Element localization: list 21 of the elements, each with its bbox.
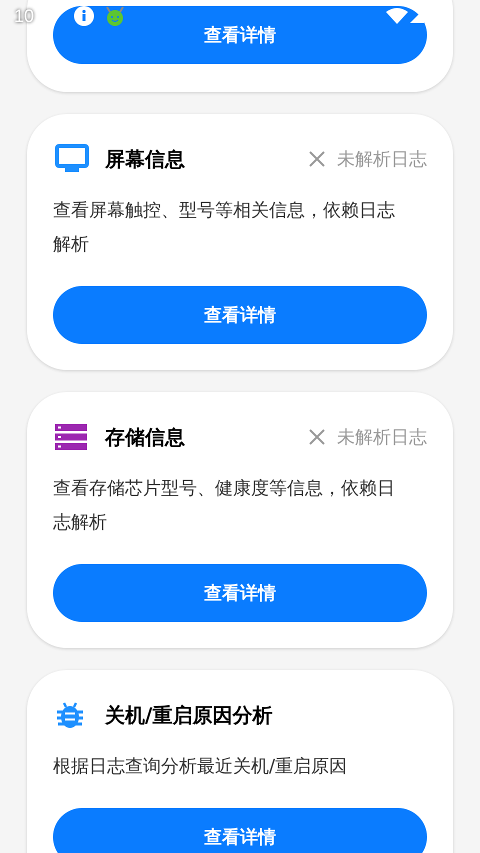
close-icon — [309, 429, 325, 445]
storage-icon — [55, 424, 87, 450]
close-icon — [309, 151, 325, 167]
parse-status: 未解析日志 — [337, 148, 427, 172]
parse-status: 未解析日志 — [337, 426, 427, 450]
view-details-button[interactable]: 查看详情 — [53, 6, 427, 64]
robot-icon — [104, 5, 126, 27]
view-details-button[interactable]: 查看详情 — [53, 808, 427, 853]
card-description: 查看存储芯片型号、健康度等信息，依赖日志解析 — [53, 477, 396, 535]
monitor-icon — [55, 144, 89, 174]
view-details-button[interactable]: 查看详情 — [53, 564, 427, 622]
info-icon — [74, 6, 94, 26]
view-details-button[interactable]: 查看详情 — [53, 286, 427, 344]
card-title: 屏幕信息 — [105, 146, 185, 173]
wifi-icon — [386, 8, 408, 24]
bug-icon — [55, 700, 85, 730]
card-title: 存储信息 — [105, 424, 185, 451]
card-description: 查看屏幕触控、型号等相关信息，依赖日志解析 — [53, 199, 396, 257]
card-description: 根据日志查询分析最近关机/重启原因 — [53, 755, 348, 779]
card-title: 关机/重启原因分析 — [105, 702, 272, 729]
status-time: 10 — [14, 4, 34, 28]
